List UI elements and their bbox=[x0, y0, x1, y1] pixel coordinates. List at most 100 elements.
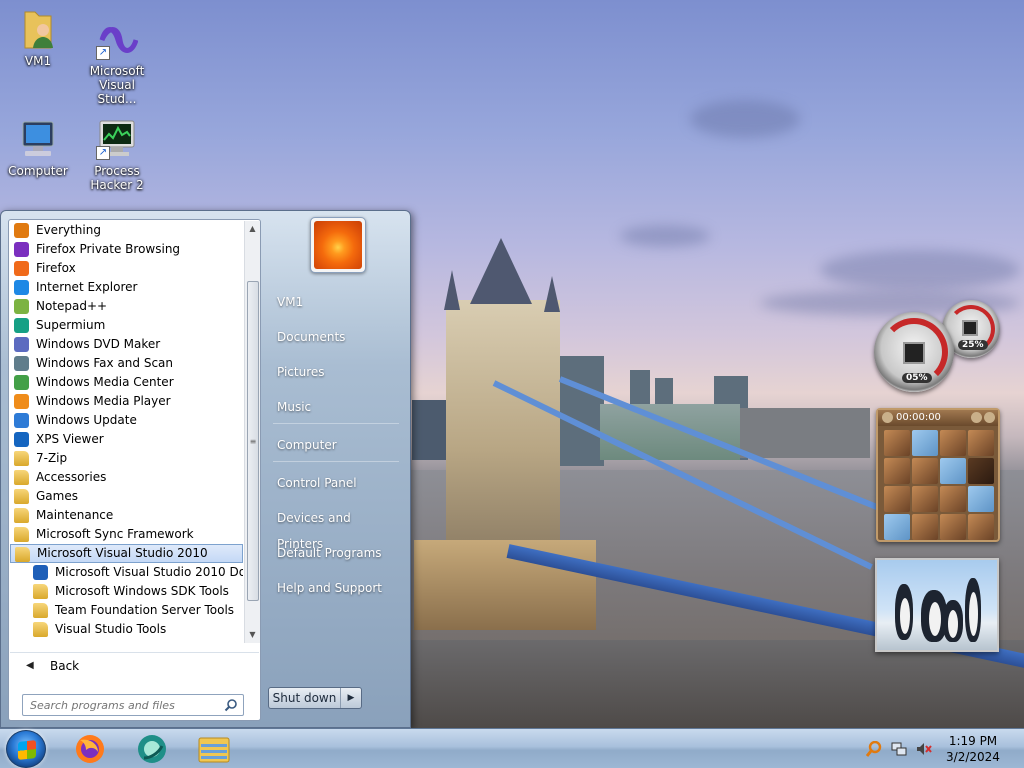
shut-down-button[interactable]: Shut down ▶ bbox=[268, 687, 362, 709]
start-menu: Everything Firefox Private Browsing Firefo… bbox=[0, 210, 411, 728]
program-item[interactable]: Windows DVD Maker bbox=[10, 335, 243, 354]
puzzle-tile[interactable] bbox=[912, 430, 938, 456]
puzzle-tile[interactable] bbox=[940, 458, 966, 484]
program-item[interactable]: Windows Media Center bbox=[10, 373, 243, 392]
puzzle-tile[interactable] bbox=[912, 486, 938, 512]
program-item[interactable]: Microsoft Visual Studio 2010 bbox=[10, 544, 243, 563]
shut-down-options-arrow-icon[interactable]: ▶ bbox=[340, 688, 361, 708]
program-item[interactable]: Internet Explorer bbox=[10, 278, 243, 297]
desktop-icon-process-hacker[interactable]: ↗ Process Hacker 2 bbox=[79, 118, 155, 192]
taskbar-firefox[interactable] bbox=[62, 732, 118, 766]
puzzle-tile[interactable] bbox=[912, 458, 938, 484]
puzzle-show-picture-icon[interactable] bbox=[882, 412, 893, 423]
puzzle-tile[interactable] bbox=[968, 486, 994, 512]
penguin-figure bbox=[895, 584, 913, 640]
program-item[interactable]: Microsoft Sync Framework bbox=[10, 525, 243, 544]
start-search-box[interactable] bbox=[22, 694, 244, 716]
media-player-icon bbox=[14, 394, 29, 409]
shut-down-label[interactable]: Shut down bbox=[269, 688, 340, 708]
desktop-icon-vm1[interactable]: VM1 bbox=[0, 8, 76, 68]
link-default-programs[interactable]: Default Programs bbox=[271, 540, 399, 566]
link-vm1[interactable]: VM1 bbox=[271, 289, 399, 315]
process-hacker-icon: ↗ bbox=[96, 118, 138, 160]
xps-viewer-icon bbox=[14, 432, 29, 447]
volume-muted-icon[interactable] bbox=[916, 741, 932, 757]
puzzle-tile[interactable] bbox=[968, 514, 994, 540]
puzzle-shuffle-icon[interactable] bbox=[984, 412, 995, 423]
scroll-down-arrow-icon[interactable]: ▼ bbox=[245, 627, 260, 643]
program-item[interactable]: Windows Update bbox=[10, 411, 243, 430]
desktop-icon-visual-studio[interactable]: ↗ Microsoft Visual Stud... bbox=[79, 18, 155, 106]
puzzle-tile[interactable] bbox=[912, 514, 938, 540]
desktop-icon-label: Computer bbox=[8, 164, 68, 178]
program-item[interactable]: Team Foundation Server Tools bbox=[10, 601, 243, 620]
media-center-icon bbox=[14, 375, 29, 390]
program-item[interactable]: XPS Viewer bbox=[10, 430, 243, 449]
everything-search-icon[interactable] bbox=[866, 741, 882, 757]
program-item[interactable]: Windows Fax and Scan bbox=[10, 354, 243, 373]
shortcut-arrow-icon: ↗ bbox=[96, 146, 110, 160]
program-item[interactable]: Firefox bbox=[10, 259, 243, 278]
program-item[interactable]: Supermium bbox=[10, 316, 243, 335]
folder-icon bbox=[14, 527, 29, 542]
puzzle-tile[interactable] bbox=[968, 458, 994, 484]
folder-icon bbox=[33, 584, 48, 599]
link-pictures[interactable]: Pictures bbox=[271, 359, 399, 385]
search-icon[interactable] bbox=[224, 698, 238, 712]
notepad-plus-plus-icon bbox=[14, 299, 29, 314]
puzzle-tile[interactable] bbox=[884, 430, 910, 456]
program-item[interactable]: Everything bbox=[10, 221, 243, 240]
wallpaper-tower-spire bbox=[444, 270, 460, 310]
desktop-icon-computer[interactable]: Computer bbox=[0, 118, 76, 178]
program-item[interactable]: Visual Studio Tools bbox=[10, 620, 243, 639]
program-item[interactable]: Notepad++ bbox=[10, 297, 243, 316]
user-account-picture[interactable] bbox=[310, 217, 366, 273]
picture-puzzle-gadget[interactable]: 00:00:00 bbox=[876, 408, 1000, 542]
puzzle-tile[interactable] bbox=[940, 430, 966, 456]
link-music[interactable]: Music bbox=[271, 394, 399, 420]
link-documents[interactable]: Documents bbox=[271, 324, 399, 350]
program-item[interactable]: Microsoft Visual Studio 2010 Docum bbox=[10, 563, 243, 582]
user-folder-icon bbox=[17, 8, 59, 50]
desktop-icon-label: VM1 bbox=[24, 54, 52, 68]
slideshow-gadget[interactable] bbox=[875, 558, 999, 652]
program-item[interactable]: 7-Zip bbox=[10, 449, 243, 468]
program-item[interactable]: Windows Media Player bbox=[10, 392, 243, 411]
puzzle-tile[interactable] bbox=[884, 458, 910, 484]
file-explorer-icon bbox=[198, 737, 230, 763]
supermium-icon bbox=[14, 318, 29, 333]
taskbar-supermium[interactable] bbox=[124, 732, 180, 766]
puzzle-tile[interactable] bbox=[884, 514, 910, 540]
network-icon[interactable] bbox=[891, 741, 907, 757]
taskbar: 1:19 PM 3/2/2024 bbox=[0, 728, 1024, 768]
program-list-scrollbar[interactable]: ▲ ≡ ▼ bbox=[244, 221, 260, 643]
program-item[interactable]: Accessories bbox=[10, 468, 243, 487]
program-item[interactable]: Games bbox=[10, 487, 243, 506]
scroll-up-arrow-icon[interactable]: ▲ bbox=[245, 221, 260, 237]
program-item[interactable]: Firefox Private Browsing bbox=[10, 240, 243, 259]
program-item[interactable]: Microsoft Windows SDK Tools bbox=[10, 582, 243, 601]
link-control-panel[interactable]: Control Panel bbox=[271, 470, 399, 496]
firefox-private-icon bbox=[14, 242, 29, 257]
back-button[interactable]: ◀ Back bbox=[10, 652, 259, 678]
scrollbar-thumb[interactable]: ≡ bbox=[247, 281, 259, 601]
program-label: Windows Fax and Scan bbox=[36, 356, 174, 370]
puzzle-tile[interactable] bbox=[940, 486, 966, 512]
start-button[interactable] bbox=[6, 730, 46, 768]
start-search-input[interactable] bbox=[23, 695, 213, 715]
wallpaper-building bbox=[740, 408, 870, 458]
internet-explorer-icon bbox=[14, 280, 29, 295]
puzzle-help-icon[interactable] bbox=[971, 412, 982, 423]
program-item[interactable]: Maintenance bbox=[10, 506, 243, 525]
taskbar-clock[interactable]: 1:19 PM 3/2/2024 bbox=[938, 733, 1008, 765]
puzzle-tile[interactable] bbox=[884, 486, 910, 512]
fax-scan-icon bbox=[14, 356, 29, 371]
link-help-support[interactable]: Help and Support bbox=[271, 575, 399, 601]
link-computer[interactable]: Computer bbox=[271, 432, 399, 458]
taskbar-explorer[interactable] bbox=[186, 732, 242, 766]
link-devices-printers[interactable]: Devices and Printers bbox=[271, 505, 399, 551]
puzzle-tile[interactable] bbox=[940, 514, 966, 540]
puzzle-timer: 00:00:00 bbox=[896, 412, 941, 423]
puzzle-tile[interactable] bbox=[968, 430, 994, 456]
wallpaper-cloud bbox=[620, 225, 710, 247]
